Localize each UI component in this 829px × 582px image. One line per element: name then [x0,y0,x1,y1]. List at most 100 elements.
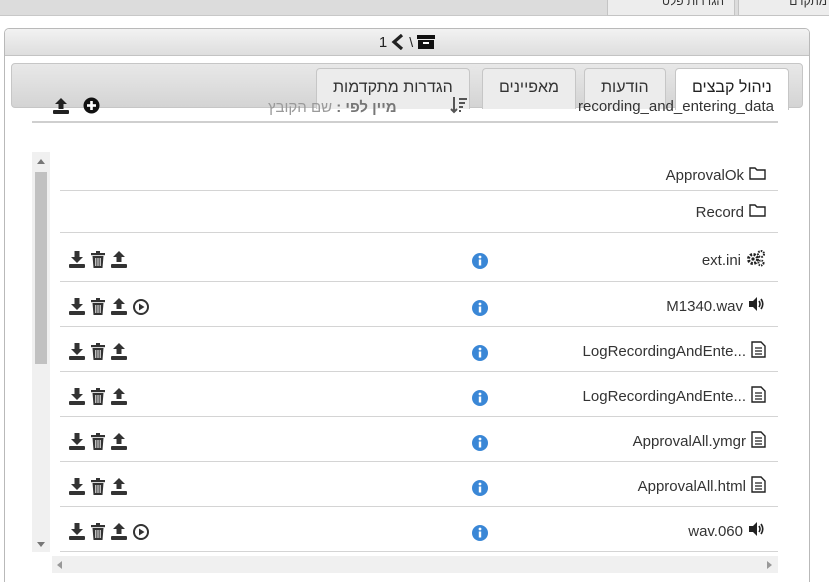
trash-icon[interactable] [91,523,105,540]
trash-icon[interactable] [91,433,105,450]
folder-row[interactable]: ApprovalOk [60,152,778,191]
download-icon[interactable] [68,523,86,540]
folder-icon [749,166,766,184]
file-row[interactable]: ApprovalAll.ymgr [60,417,778,462]
file-name-cell[interactable]: M1340.wav [666,296,766,316]
file-row[interactable]: wav.060 [60,507,778,552]
file-name: LogRecordingAndEnte... [582,343,746,360]
file-list-area: ApprovalOk Record ext.ini M1340.wav LogRecor… [32,152,778,552]
file-row[interactable]: LogRecordingAndEnte... [60,327,778,372]
file-name: ApprovalOk [665,166,744,184]
file-row[interactable]: ext.ini [60,233,778,282]
upload-icon[interactable] [52,97,70,119]
info-icon[interactable] [472,253,488,273]
upload-icon[interactable] [110,523,128,540]
file-actions [68,343,128,360]
file-row[interactable]: LogRecordingAndEnte... [60,372,778,417]
add-icon[interactable] [83,97,100,118]
file-actions [68,298,149,315]
vertical-scrollbar[interactable] [32,152,50,552]
outer-tab-strip: מתקדם הגדרות פלט [0,0,829,16]
sort-prefix: מיין לפי : [336,99,397,116]
file-name-cell[interactable]: ApprovalOk [666,166,766,184]
file-name-cell[interactable]: ApprovalAll.html [638,476,766,497]
current-path: recording_and_entering_data [578,98,774,115]
folder-icon [749,203,766,221]
outer-tab-output-label: הגדרות פלט [662,0,724,8]
scroll-down-arrow-icon[interactable] [37,542,45,547]
file-name: ApprovalAll.ymgr [632,433,746,450]
scroll-right-arrow-icon[interactable] [767,561,772,569]
horizontal-scrollbar[interactable] [52,556,778,573]
file-name-cell[interactable]: Record [696,203,766,221]
upload-icon[interactable] [110,343,128,360]
upload-icon[interactable] [110,298,128,315]
file-toolbar: recording_and_entering_data מיין לפי : ש… [32,94,778,123]
file-name: wav.060 [688,522,743,540]
file-name-cell[interactable]: ApprovalAll.ymgr [633,431,766,452]
upload-icon[interactable] [110,251,128,268]
sort-value: שם הקובץ [268,99,333,116]
trash-icon[interactable] [91,388,105,405]
file-row[interactable]: M1340.wav [60,282,778,327]
scroll-up-arrow-icon[interactable] [37,159,45,164]
outer-tab-advanced[interactable]: מתקדם [738,0,829,16]
file-name-cell[interactable]: wav.060 [688,521,766,541]
document-icon [751,476,766,497]
download-icon[interactable] [68,388,86,405]
document-icon [751,386,766,407]
download-icon[interactable] [68,251,86,268]
document-icon [751,431,766,452]
upload-icon[interactable] [110,478,128,495]
back-chevron-icon[interactable] [391,34,405,50]
download-icon[interactable] [68,433,86,450]
info-icon[interactable] [472,525,488,545]
trash-icon[interactable] [91,343,105,360]
document-icon [751,341,766,362]
info-icon[interactable] [472,390,488,410]
file-actions [68,433,128,450]
gears-icon [746,249,766,271]
info-icon[interactable] [472,300,488,320]
file-name: ApprovalAll.html [637,478,746,495]
speaker-icon [748,296,766,316]
folder-row[interactable]: Record [60,191,778,233]
upload-icon[interactable] [110,433,128,450]
file-name-cell[interactable]: LogRecordingAndEnte... [583,341,766,362]
sort-by-label[interactable]: מיין לפי : שם הקובץ [268,99,397,116]
download-icon[interactable] [68,298,86,315]
trash-icon[interactable] [91,251,105,268]
trash-icon[interactable] [91,298,105,315]
sort-icon[interactable] [450,96,468,118]
file-name: LogRecordingAndEnte... [582,388,746,405]
path-separator: \ [409,34,414,50]
file-actions [68,388,128,405]
info-icon[interactable] [472,435,488,455]
file-name: M1340.wav [666,297,743,315]
archive-icon[interactable] [417,34,436,50]
file-name: Record [695,203,744,221]
scrollbar-thumb[interactable] [35,172,47,364]
download-icon[interactable] [68,343,86,360]
file-name-cell[interactable]: ext.ini [702,249,766,271]
download-icon[interactable] [68,478,86,495]
file-name-cell[interactable]: LogRecordingAndEnte... [583,386,766,407]
file-actions [68,478,128,495]
trash-icon[interactable] [91,478,105,495]
upload-icon[interactable] [110,388,128,405]
file-name: ext.ini [701,251,741,269]
speaker-icon [748,521,766,541]
info-icon[interactable] [472,345,488,365]
info-icon[interactable] [472,480,488,500]
play-icon[interactable] [133,523,149,540]
dialog-titlebar: 1 \ [5,29,809,56]
play-icon[interactable] [133,298,149,315]
file-row[interactable]: ApprovalAll.html [60,462,778,507]
file-actions [68,523,149,540]
file-actions [68,251,128,268]
scroll-left-arrow-icon[interactable] [57,561,62,569]
outer-tab-output[interactable]: הגדרות פלט [607,0,735,16]
file-list: ApprovalOk Record ext.ini M1340.wav LogRecor… [60,152,778,552]
page-number: 1 [378,33,388,51]
outer-tab-advanced-label: מתקדם [789,0,827,8]
